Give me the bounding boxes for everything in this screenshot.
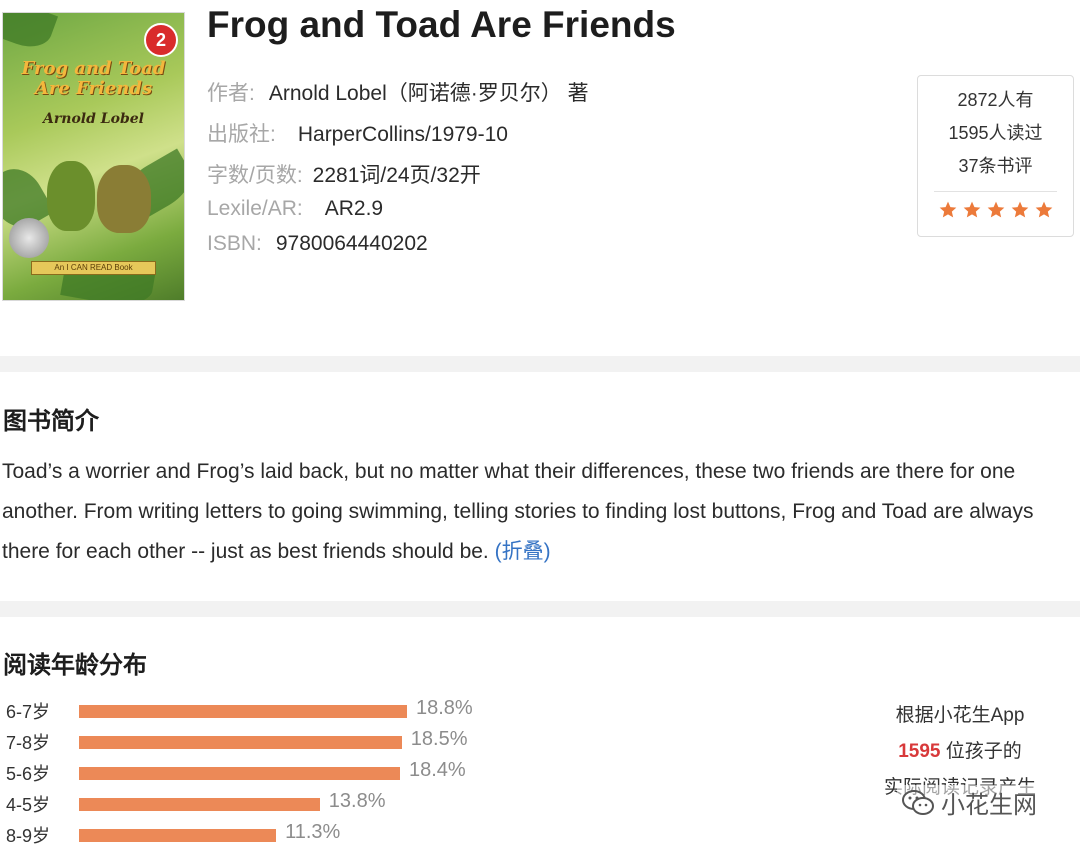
review-count[interactable]: 37条书评 [918, 150, 1073, 183]
meta-label: ISBN: [207, 232, 262, 255]
age-heading: 阅读年龄分布 [3, 652, 147, 679]
meta-value: AR2.9 [324, 197, 384, 220]
star-icon [1035, 201, 1052, 218]
note-line-1: 根据小花生App [895, 705, 1025, 726]
meta-lexile: Lexile/AR: AR2.9 [207, 197, 383, 221]
book-title: Frog and Toad Are Friends [207, 4, 676, 45]
note-child-count: 1595 [898, 741, 941, 762]
cover-title: Frog and Toad Are Friends [21, 58, 166, 99]
meta-value: 2281词/24页/32开 [312, 164, 481, 187]
meta-value: Arnold Lobel（阿诺德·罗贝尔） 著 [268, 82, 589, 105]
watermark: 小花生网 [897, 785, 1041, 820]
cover-toad [97, 165, 151, 233]
meta-value: 9780064440202 [275, 232, 428, 255]
meta-isbn: ISBN: 9780064440202 [207, 232, 428, 256]
age-bar [79, 736, 402, 749]
age-bar [79, 829, 277, 842]
divider [934, 191, 1057, 192]
fold-link[interactable]: (折叠) [495, 540, 551, 563]
meta-value: HarperCollins/1979-10 [297, 123, 508, 146]
age-bar [79, 798, 320, 811]
age-label: 7-8岁 [6, 733, 51, 753]
age-value-label: 18.8% [416, 697, 473, 719]
book-cover-image: 2 Frog and Toad Are Friends Arnold Lobel… [2, 12, 185, 301]
age-label: 4-5岁 [6, 795, 51, 815]
award-medal-icon [9, 218, 49, 258]
meta-author: 作者: Arnold Lobel（阿诺德·罗贝尔） 著 [207, 77, 589, 107]
cover-frog [47, 161, 95, 231]
star-icon [939, 201, 956, 218]
age-label: 8-9岁 [6, 826, 51, 846]
age-value-label: 13.8% [328, 790, 386, 812]
star-icon [1011, 201, 1028, 218]
read-count[interactable]: 1595人读过 [918, 117, 1073, 150]
star-icon [987, 201, 1004, 218]
intro-text: Toad’s a worrier and Frog’s laid back, b… [2, 452, 1072, 572]
meta-label: 出版社: [207, 123, 276, 146]
intro-heading: 图书简介 [3, 408, 99, 435]
age-bar [79, 767, 400, 780]
watermark-text: 小花生网 [941, 792, 1037, 819]
age-value-label: 11.3% [285, 821, 341, 843]
age-value-label: 18.5% [410, 728, 468, 750]
section-divider [0, 356, 1080, 372]
meta-publisher: 出版社: HarperCollins/1979-10 [207, 118, 508, 148]
meta-label: Lexile/AR: [207, 197, 303, 220]
section-divider [0, 601, 1080, 617]
age-label: 5-6岁 [6, 764, 51, 784]
rating-stars [918, 200, 1073, 224]
wechat-icon [902, 789, 934, 815]
meta-label: 作者: [207, 82, 255, 105]
star-icon [963, 201, 980, 218]
meta-label: 字数/页数: [207, 164, 303, 187]
reader-stats-box[interactable]: 2872人有 1595人读过 37条书评 [917, 75, 1074, 237]
cover-series-banner: An I CAN READ Book [31, 261, 156, 275]
age-label: 6-7岁 [6, 702, 51, 722]
age-bar [79, 705, 407, 718]
note-line-2: 1595 位孩子的 [860, 736, 1060, 763]
meta-wordcount: 字数/页数: 2281词/24页/32开 [207, 159, 481, 189]
age-value-label: 18.4% [409, 759, 466, 781]
note-suffix: 位孩子的 [940, 741, 1022, 762]
owned-count[interactable]: 2872人有 [918, 84, 1073, 117]
cover-author: Arnold Lobel [43, 111, 144, 127]
reading-level-badge: 2 [144, 23, 178, 57]
